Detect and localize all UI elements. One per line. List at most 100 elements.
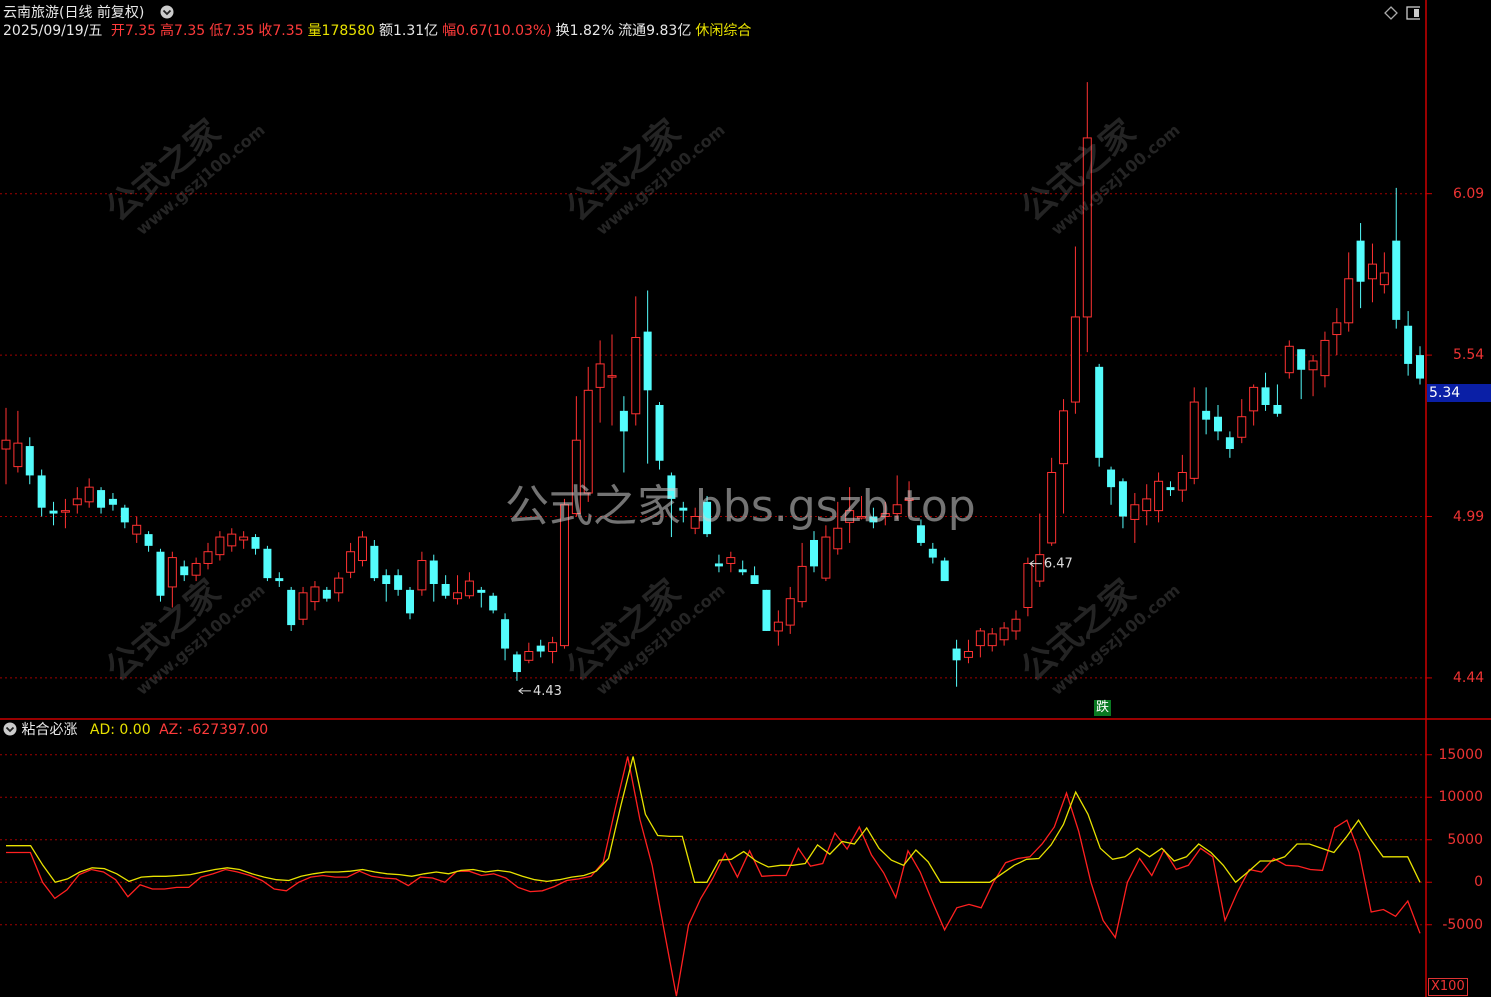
candle-body-up[interactable]: [1379, 272, 1389, 286]
candle-body-up[interactable]: [559, 504, 569, 647]
candle-body-up[interactable]: [975, 630, 985, 647]
candle-body-up[interactable]: [595, 363, 605, 388]
candle-body-up[interactable]: [999, 627, 1009, 641]
candle-body-up[interactable]: [880, 513, 890, 518]
candle-body-down[interactable]: [1273, 404, 1282, 414]
candle-body-down[interactable]: [322, 589, 331, 599]
candle-body-up[interactable]: [1284, 345, 1294, 374]
candle-body-down[interactable]: [667, 475, 676, 499]
dropdown-icon[interactable]: [160, 5, 174, 19]
candle-body-down[interactable]: [49, 510, 58, 514]
candle-body-down[interactable]: [1166, 487, 1175, 491]
candle-body-down[interactable]: [916, 525, 925, 543]
candle-body-up[interactable]: [1177, 471, 1187, 491]
candle-body-down[interactable]: [489, 595, 498, 611]
indicator-name[interactable]: 粘合必涨: [21, 722, 77, 738]
candle-body-up[interactable]: [346, 551, 356, 573]
candle-body-down[interactable]: [97, 490, 106, 508]
candle-body-down[interactable]: [1107, 469, 1116, 488]
candle-body-down[interactable]: [1404, 325, 1413, 364]
candle-body-down[interactable]: [501, 619, 510, 649]
candle-body-up[interactable]: [1130, 504, 1140, 520]
candle-body-up[interactable]: [892, 504, 902, 515]
candle-body-up[interactable]: [1320, 339, 1330, 377]
candle-body-down[interactable]: [679, 507, 688, 511]
candle-body-up[interactable]: [60, 510, 70, 513]
candle-body-down[interactable]: [120, 507, 129, 523]
candle-body-up[interactable]: [215, 536, 225, 556]
candle-body-down[interactable]: [477, 589, 486, 593]
candle-body-up[interactable]: [298, 592, 308, 620]
candle-body-up[interactable]: [239, 536, 249, 541]
candle-body-up[interactable]: [191, 562, 201, 576]
candle-body-up[interactable]: [1332, 322, 1342, 336]
candle-body-up[interactable]: [1308, 360, 1318, 371]
candle-body-up[interactable]: [84, 486, 94, 503]
candle-body-down[interactable]: [703, 501, 712, 535]
candle-body-up[interactable]: [227, 533, 237, 547]
candle-body-up[interactable]: [1189, 401, 1199, 479]
candle-body-down[interactable]: [287, 589, 296, 626]
candle-body-up[interactable]: [72, 498, 82, 506]
candle-body-down[interactable]: [429, 560, 438, 585]
candle-body-up[interactable]: [1059, 410, 1069, 465]
diamond-icon[interactable]: [1384, 6, 1398, 20]
candle-body-down[interactable]: [441, 584, 450, 596]
candle-body-down[interactable]: [619, 410, 628, 432]
candle-body-down[interactable]: [940, 560, 949, 582]
candle-body-down[interactable]: [37, 475, 46, 508]
candle-body-down[interactable]: [655, 404, 664, 461]
candle-body-down[interactable]: [1392, 240, 1401, 320]
candle-body-up[interactable]: [785, 598, 795, 626]
candle-body-up[interactable]: [167, 557, 177, 588]
candle-body-up[interactable]: [1082, 137, 1092, 318]
candle-body-down[interactable]: [1225, 437, 1234, 450]
candle-body-down[interactable]: [928, 548, 937, 558]
candle-body-up[interactable]: [1023, 562, 1033, 608]
candle-body-up[interactable]: [631, 336, 641, 415]
candle-body-up[interactable]: [1035, 554, 1045, 582]
candle-body-up[interactable]: [571, 439, 581, 515]
candle-body-up[interactable]: [310, 586, 320, 603]
candle-body-up[interactable]: [1237, 416, 1247, 438]
candle-body-up[interactable]: [690, 516, 700, 529]
candle-body-up[interactable]: [845, 510, 855, 523]
candle-body-up[interactable]: [797, 565, 807, 603]
candle-body-up[interactable]: [357, 536, 367, 562]
sector-label[interactable]: 休闲综合: [695, 23, 751, 39]
candle-body-up[interactable]: [548, 642, 558, 653]
series-line-ad[interactable]: [6, 756, 1421, 884]
candle-body-down[interactable]: [394, 575, 403, 590]
candle-body-up[interactable]: [833, 527, 843, 550]
candle-body-down[interactable]: [952, 648, 961, 661]
indicator-dropdown-icon[interactable]: [3, 722, 17, 736]
candle-body-down[interactable]: [1118, 481, 1127, 517]
candle-body-up[interactable]: [1, 439, 11, 450]
candle-body-down[interactable]: [406, 589, 414, 614]
candle-body-up[interactable]: [987, 633, 997, 647]
candle-body-down[interactable]: [1297, 349, 1306, 370]
candle-body-up[interactable]: [773, 621, 783, 632]
candle-body-up[interactable]: [417, 560, 427, 591]
candle-body-down[interactable]: [750, 575, 759, 585]
candle-body-down[interactable]: [1261, 387, 1270, 405]
candle-body-down[interactable]: [108, 498, 117, 505]
candle-body-down[interactable]: [810, 539, 818, 567]
stock-name[interactable]: 云南旅游: [3, 5, 59, 21]
candle-body-down[interactable]: [1095, 366, 1104, 458]
candle-body-down[interactable]: [144, 534, 153, 546]
candle-body-down[interactable]: [869, 516, 878, 523]
candle-body-up[interactable]: [334, 577, 344, 594]
candle-body-up[interactable]: [1344, 278, 1354, 324]
candle-body-up[interactable]: [132, 524, 142, 535]
candle-body-down[interactable]: [762, 589, 771, 631]
candle-body-up[interactable]: [1154, 480, 1164, 512]
candle-body-down[interactable]: [25, 446, 34, 476]
candle-body-down[interactable]: [1214, 416, 1222, 432]
candle-body-up[interactable]: [203, 551, 213, 564]
candle-body-up[interactable]: [583, 389, 593, 494]
candle-body-up[interactable]: [1047, 471, 1057, 544]
candle-body-down[interactable]: [1202, 410, 1211, 420]
candle-body-up[interactable]: [1142, 498, 1152, 512]
candle-body-up[interactable]: [453, 592, 463, 600]
